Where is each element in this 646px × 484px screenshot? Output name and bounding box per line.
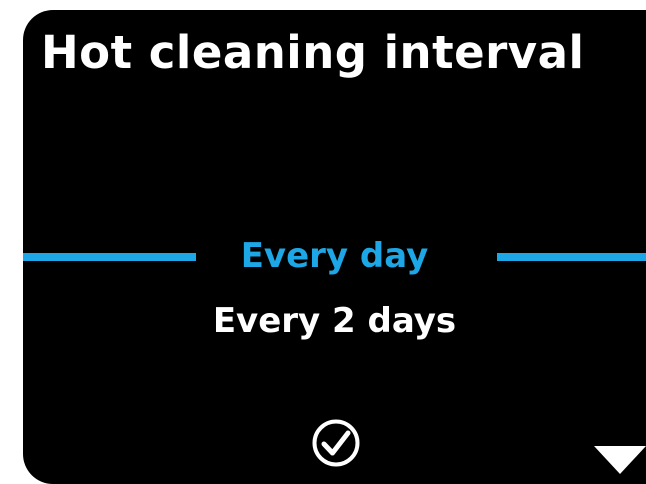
checkmark-circle-icon[interactable]: [311, 418, 361, 468]
option-every-2-days[interactable]: Every 2 days: [23, 301, 646, 341]
option-every-day[interactable]: Every day: [23, 236, 646, 276]
triangle-down-icon[interactable]: [594, 446, 646, 474]
screen-title: Hot cleaning interval: [41, 26, 585, 79]
display-screen: Hot cleaning interval Every day Every 2 …: [23, 10, 646, 484]
